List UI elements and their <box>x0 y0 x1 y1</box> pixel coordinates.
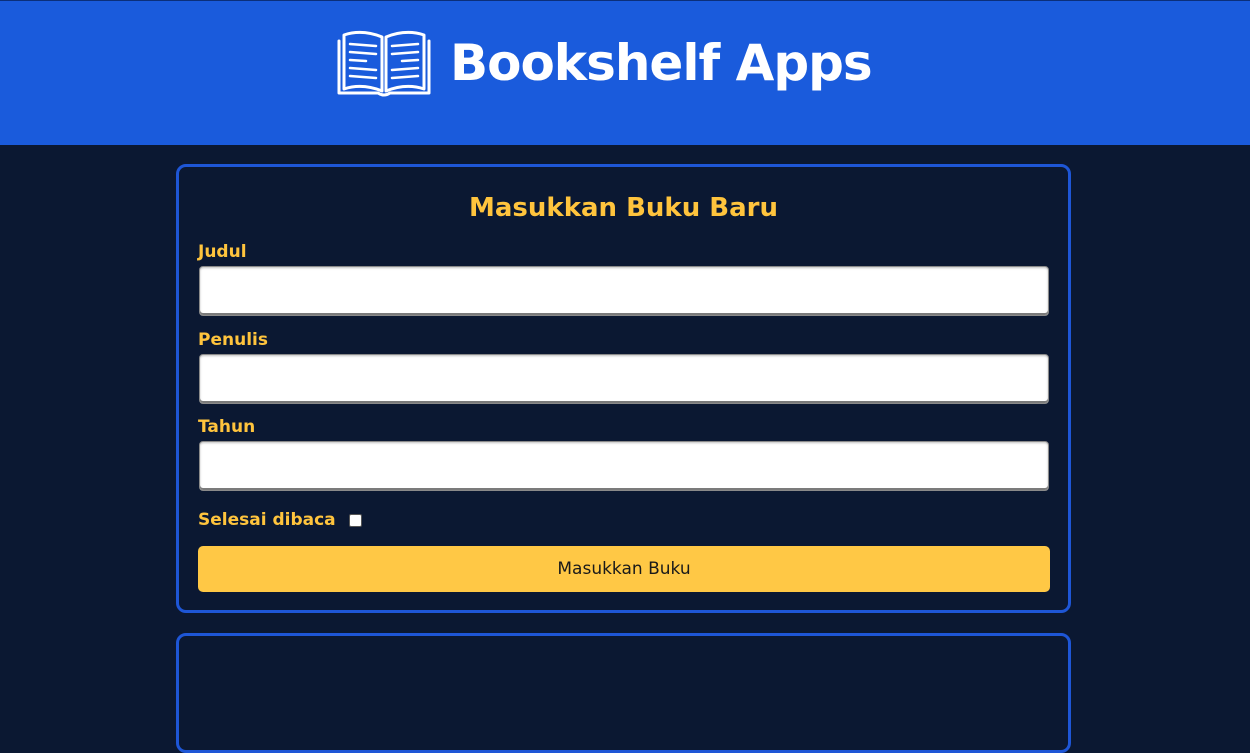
title-label: Judul <box>198 242 247 262</box>
author-label: Penulis <box>198 330 268 350</box>
title-input[interactable] <box>199 266 1049 316</box>
app-header: Bookshelf Apps <box>0 0 1250 145</box>
app-title: Bookshelf Apps <box>450 34 873 92</box>
year-input[interactable] <box>199 441 1049 491</box>
year-label: Tahun <box>198 417 256 437</box>
finished-reading-label: Selesai dibaca <box>198 510 336 530</box>
open-book-icon <box>336 27 432 99</box>
brand: Bookshelf Apps <box>336 27 873 99</box>
submit-book-button[interactable]: Masukkan Buku <box>198 546 1050 592</box>
bookshelf-section <box>176 633 1071 753</box>
add-book-form: Masukkan Buku Baru Judul Penulis Tahun S… <box>176 164 1071 613</box>
form-title: Masukkan Buku Baru <box>469 193 778 223</box>
finished-reading-row: Selesai dibaca <box>198 507 362 533</box>
finished-reading-checkbox[interactable] <box>348 513 362 527</box>
author-input[interactable] <box>199 354 1049 404</box>
